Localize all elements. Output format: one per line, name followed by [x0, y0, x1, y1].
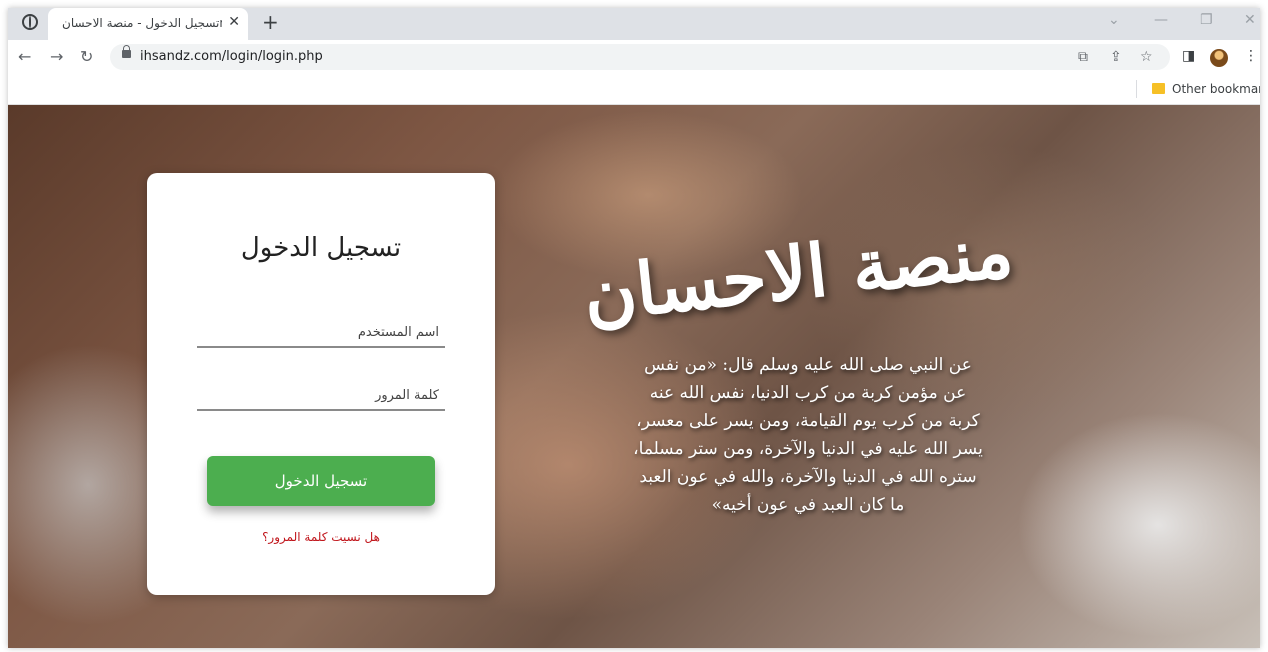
login-page: تسجيل الدخول تسجيل الدخول هل نسيت كلمة ا…	[8, 105, 1260, 648]
brand-title: منصة الاحسان	[579, 207, 1017, 338]
window-close-icon[interactable]: ✕	[1244, 12, 1256, 28]
other-bookmarks-link[interactable]: Other bookmarks	[1172, 82, 1260, 96]
address-bar[interactable]: ihsandz.com/login/login.php ⧉ ⇪ ☆	[110, 44, 1170, 70]
translate-icon[interactable]: ⧉	[1078, 49, 1088, 65]
folder-icon[interactable]	[1152, 83, 1165, 94]
url-text[interactable]: ihsandz.com/login/login.php	[140, 49, 323, 64]
forward-arrow-icon[interactable]: →	[50, 47, 63, 66]
password-input[interactable]	[197, 381, 445, 411]
forgot-password-link[interactable]: هل نسيت كلمة المرور؟	[147, 530, 495, 544]
globe-icon	[22, 14, 38, 30]
browser-window: تسجيل الدخول - منصة الاحسانn ✕ + ⌄ — ❐ ✕…	[8, 8, 1260, 648]
tab-strip: تسجيل الدخول - منصة الاحسانn ✕ + ⌄ — ❐ ✕	[8, 8, 1260, 40]
back-arrow-icon[interactable]: ←	[18, 47, 31, 66]
bookmarks-separator	[1136, 80, 1137, 98]
star-icon[interactable]: ☆	[1140, 49, 1153, 65]
side-panel-icon[interactable]: ◨	[1182, 48, 1195, 64]
browser-toolbar: ← → ↻ ihsandz.com/login/login.php ⧉ ⇪ ☆ …	[8, 40, 1260, 74]
chevron-down-icon[interactable]: ⌄	[1108, 12, 1120, 28]
login-title: تسجيل الدخول	[240, 233, 402, 263]
menu-kebab-icon[interactable]: ⋮	[1244, 48, 1258, 64]
minimize-icon[interactable]: —	[1154, 12, 1168, 28]
username-input[interactable]	[197, 318, 445, 348]
tab-login[interactable]: تسجيل الدخول - منصة الاحسانn ✕	[48, 8, 248, 40]
share-icon[interactable]: ⇪	[1110, 49, 1122, 65]
tab-title: تسجيل الدخول - منصة الاحسانn	[62, 16, 222, 30]
hadith-text: عن النبي صلى الله عليه وسلم قال: «من نفس…	[633, 355, 983, 515]
new-tab-button[interactable]: +	[262, 10, 279, 34]
restore-icon[interactable]: ❐	[1200, 12, 1213, 28]
login-button[interactable]: تسجيل الدخول	[207, 456, 435, 506]
lock-icon[interactable]	[122, 45, 131, 58]
bookmarks-bar: Other bookmarks	[8, 74, 1260, 105]
reload-icon[interactable]: ↻	[80, 47, 93, 66]
profile-avatar[interactable]	[1210, 49, 1228, 67]
close-icon[interactable]: ✕	[228, 14, 240, 30]
login-card: تسجيل الدخول تسجيل الدخول هل نسيت كلمة ا…	[147, 173, 495, 595]
